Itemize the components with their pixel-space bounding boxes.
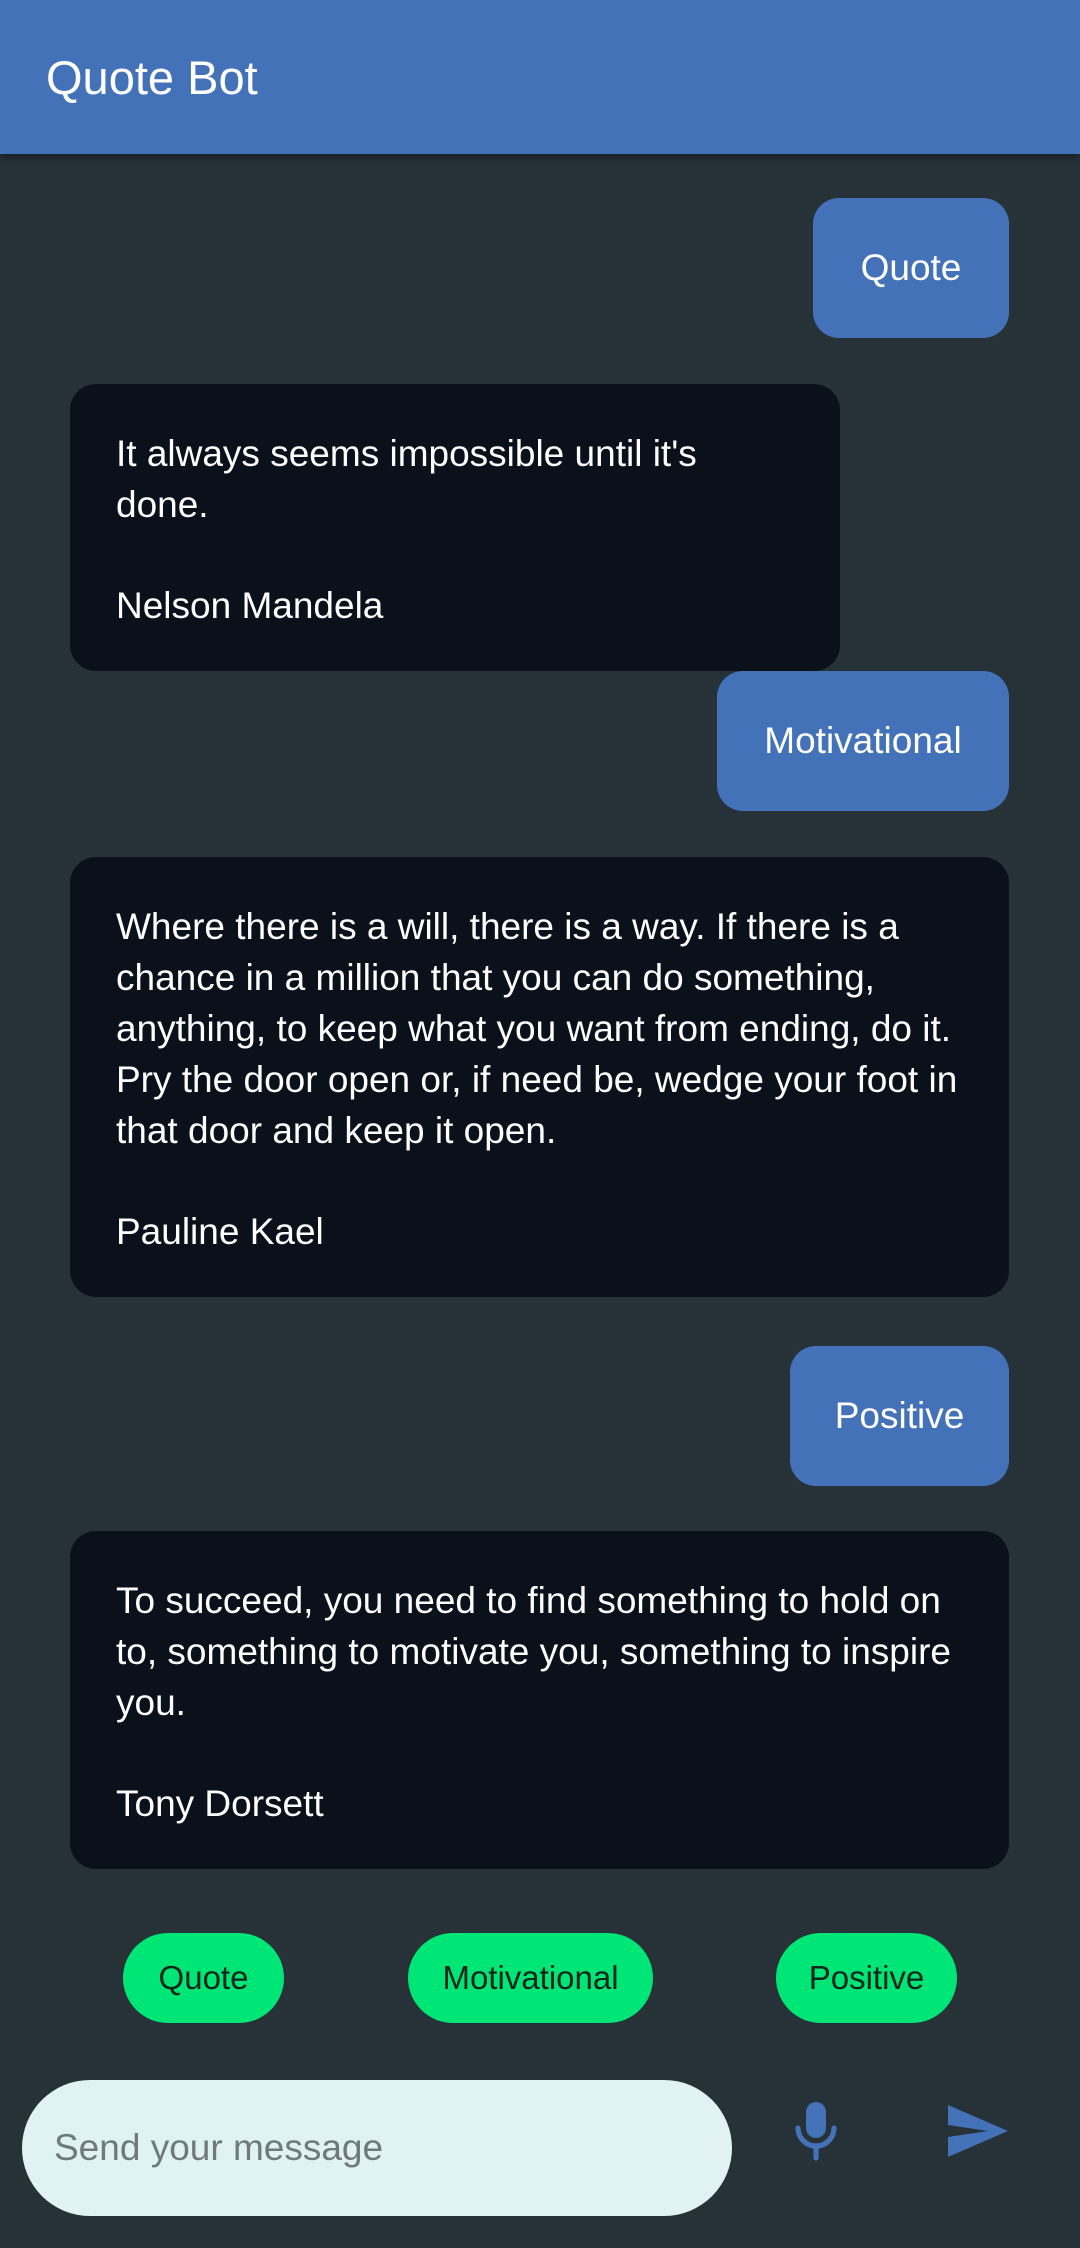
bot-message-bubble: To succeed, you need to find something t… [70, 1531, 1009, 1869]
bot-message-bubble: It always seems impossible until it's do… [70, 384, 840, 671]
user-message-text: Positive [834, 1395, 965, 1436]
mic-button[interactable] [778, 2093, 854, 2169]
suggestion-chip-motivational[interactable]: Motivational [408, 1933, 653, 2023]
quote-text: To succeed, you need to find something t… [116, 1580, 951, 1723]
quote-author: Tony Dorsett [116, 1783, 324, 1824]
message-input[interactable] [52, 2126, 702, 2170]
message-composer [22, 2080, 732, 2216]
user-message-bubble: Motivational [717, 671, 1009, 811]
user-message-bubble: Quote [813, 198, 1009, 338]
quote-author: Pauline Kael [116, 1211, 324, 1252]
user-message-bubble: Positive [790, 1346, 1009, 1486]
suggestion-chip-positive[interactable]: Positive [776, 1933, 957, 2023]
quote-text: Where there is a will, there is a way. I… [116, 906, 958, 1151]
bot-message-bubble: Where there is a will, there is a way. I… [70, 857, 1009, 1297]
app-title: Quote Bot [46, 51, 258, 104]
user-message-text: Quote [860, 247, 962, 288]
send-button[interactable] [940, 2098, 1016, 2164]
quote-author: Nelson Mandela [116, 585, 384, 626]
suggestion-chip-quote[interactable]: Quote [123, 1933, 284, 2023]
send-icon [948, 2105, 1008, 2157]
quote-text: It always seems impossible until it's do… [116, 433, 697, 525]
app-bar: Quote Bot [0, 0, 1080, 154]
user-message-text: Motivational [764, 720, 962, 761]
mic-icon [795, 2102, 837, 2161]
